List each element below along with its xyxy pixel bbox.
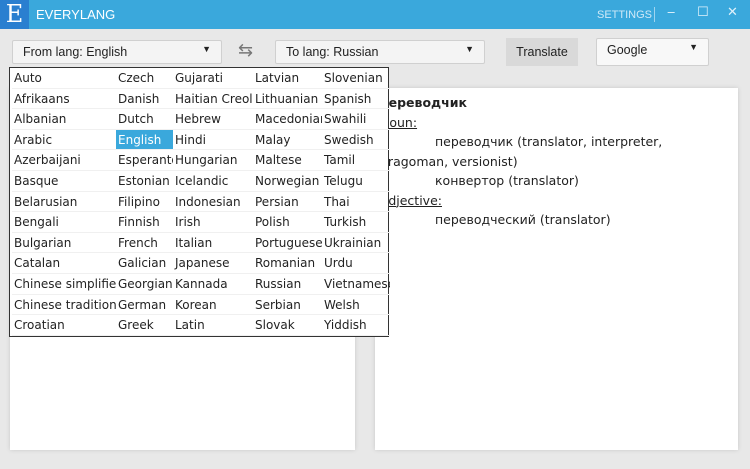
language-option[interactable]: Polish (253, 212, 322, 233)
language-option[interactable]: Ukrainian (322, 233, 390, 254)
language-option[interactable]: Turkish (322, 212, 390, 233)
language-option[interactable]: Bulgarian (12, 233, 116, 254)
engine-value: Google (607, 43, 648, 57)
language-option[interactable]: Hungarian (173, 150, 253, 171)
language-option[interactable]: Belarusian (12, 192, 116, 213)
noun-translation: переводчик (translator, interpreter, dra… (380, 134, 663, 169)
language-option[interactable]: Welsh (322, 295, 390, 316)
language-option[interactable]: Swahili (322, 109, 390, 130)
language-option[interactable]: Urdu (322, 253, 390, 274)
language-option[interactable]: Indonesian (173, 192, 253, 213)
language-option[interactable]: Hindi (173, 130, 253, 151)
language-option[interactable]: Italian (173, 233, 253, 254)
language-option[interactable]: Swedish (322, 130, 390, 151)
language-option[interactable]: Chinese simplified (12, 274, 116, 295)
minimize-icon[interactable]: ‒ (667, 5, 675, 20)
language-option[interactable]: Vietnamese (322, 274, 390, 295)
language-option[interactable]: German (116, 295, 173, 316)
from-lang-select[interactable]: From lang: English ▼ (12, 40, 222, 64)
swap-languages-icon[interactable]: ⇆ (238, 40, 253, 61)
language-option[interactable]: Japanese (173, 253, 253, 274)
language-option[interactable]: Arabic (12, 130, 116, 151)
language-option[interactable]: Latin (173, 315, 253, 336)
language-option[interactable]: Croatian (12, 315, 116, 336)
language-option[interactable]: Slovak (253, 315, 322, 336)
language-option[interactable]: Korean (173, 295, 253, 316)
language-option[interactable]: Serbian (253, 295, 322, 316)
language-option[interactable]: Auto (12, 68, 116, 89)
language-option[interactable]: Malay (253, 130, 322, 151)
language-option[interactable]: Persian (253, 192, 322, 213)
language-option[interactable]: Haitian Creole (173, 89, 253, 110)
language-option[interactable]: Irish (173, 212, 253, 233)
to-lang-value: To lang: Russian (286, 45, 379, 59)
language-option[interactable]: Estonian (116, 171, 173, 192)
language-option[interactable]: Tamil (322, 150, 390, 171)
chevron-down-icon: ▼ (465, 44, 474, 54)
noun-label: Noun: (380, 114, 418, 130)
language-option[interactable]: Esperanto (116, 150, 173, 171)
language-option[interactable]: Galician (116, 253, 173, 274)
language-option[interactable]: Russian (253, 274, 322, 295)
maximize-icon[interactable]: ☐ (697, 5, 709, 20)
language-option[interactable]: Greek (116, 315, 173, 336)
language-option[interactable]: Albanian (12, 109, 116, 130)
from-lang-value: From lang: English (23, 45, 128, 59)
language-option[interactable]: Slovenian (322, 68, 390, 89)
divider (654, 7, 655, 22)
close-icon[interactable]: ✕ (727, 5, 738, 20)
headword: переводчик (380, 95, 467, 110)
language-option[interactable]: Afrikaans (12, 89, 116, 110)
language-option[interactable]: Thai (322, 192, 390, 213)
noun-translation: конвертор (translator) (435, 173, 579, 188)
language-option[interactable]: Spanish (322, 89, 390, 110)
language-option[interactable]: Romanian (253, 253, 322, 274)
to-lang-select[interactable]: To lang: Russian ▼ (275, 40, 485, 64)
title-bar: E EVERYLANG SETTINGS ‒ ☐ ✕ (0, 0, 750, 29)
language-option[interactable]: Portuguese (253, 233, 322, 254)
language-option[interactable]: Danish (116, 89, 173, 110)
settings-link[interactable]: SETTINGS (597, 9, 652, 21)
language-option[interactable]: Filipino (116, 192, 173, 213)
language-option[interactable]: Czech (116, 68, 173, 89)
adjective-translation: переводческий (translator) (435, 212, 611, 227)
translate-button[interactable]: Translate (506, 38, 578, 66)
language-option[interactable]: Yiddish (322, 315, 390, 336)
language-option[interactable]: Gujarati (173, 68, 253, 89)
language-option[interactable]: Latvian (253, 68, 322, 89)
adjective-label: Adjective: (380, 192, 442, 208)
language-dropdown: Auto Czech Gujarati Latvian Slovenian Afrikaa… (9, 67, 390, 337)
app-logo: E (0, 0, 29, 29)
language-option[interactable]: Georgian (116, 274, 173, 295)
language-option[interactable]: Hebrew (173, 109, 253, 130)
language-option[interactable]: Icelandic (173, 171, 253, 192)
language-option[interactable]: English (116, 129, 173, 151)
language-option[interactable]: Lithuanian (253, 89, 322, 110)
language-option[interactable]: Norwegian (253, 171, 322, 192)
language-option[interactable]: Chinese traditional (12, 295, 116, 316)
engine-select[interactable]: Google ▼ (596, 38, 709, 66)
app-title: EVERYLANG (36, 7, 116, 22)
chevron-down-icon: ▼ (202, 44, 211, 54)
language-option[interactable]: Telugu (322, 171, 390, 192)
language-option[interactable]: Basque (12, 171, 116, 192)
language-option[interactable]: French (116, 233, 173, 254)
language-option[interactable]: Catalan (12, 253, 116, 274)
language-option[interactable]: Dutch (116, 109, 173, 130)
language-option[interactable]: Bengali (12, 212, 116, 233)
language-option[interactable]: Finnish (116, 212, 173, 233)
chevron-down-icon: ▼ (689, 42, 698, 52)
language-option[interactable]: Azerbaijani (12, 150, 116, 171)
language-option[interactable]: Kannada (173, 274, 253, 295)
language-option[interactable]: Macedonian (253, 109, 322, 130)
language-option[interactable]: Maltese (253, 150, 322, 171)
translation-result: переводчик Noun: переводчик (translator,… (375, 88, 738, 450)
